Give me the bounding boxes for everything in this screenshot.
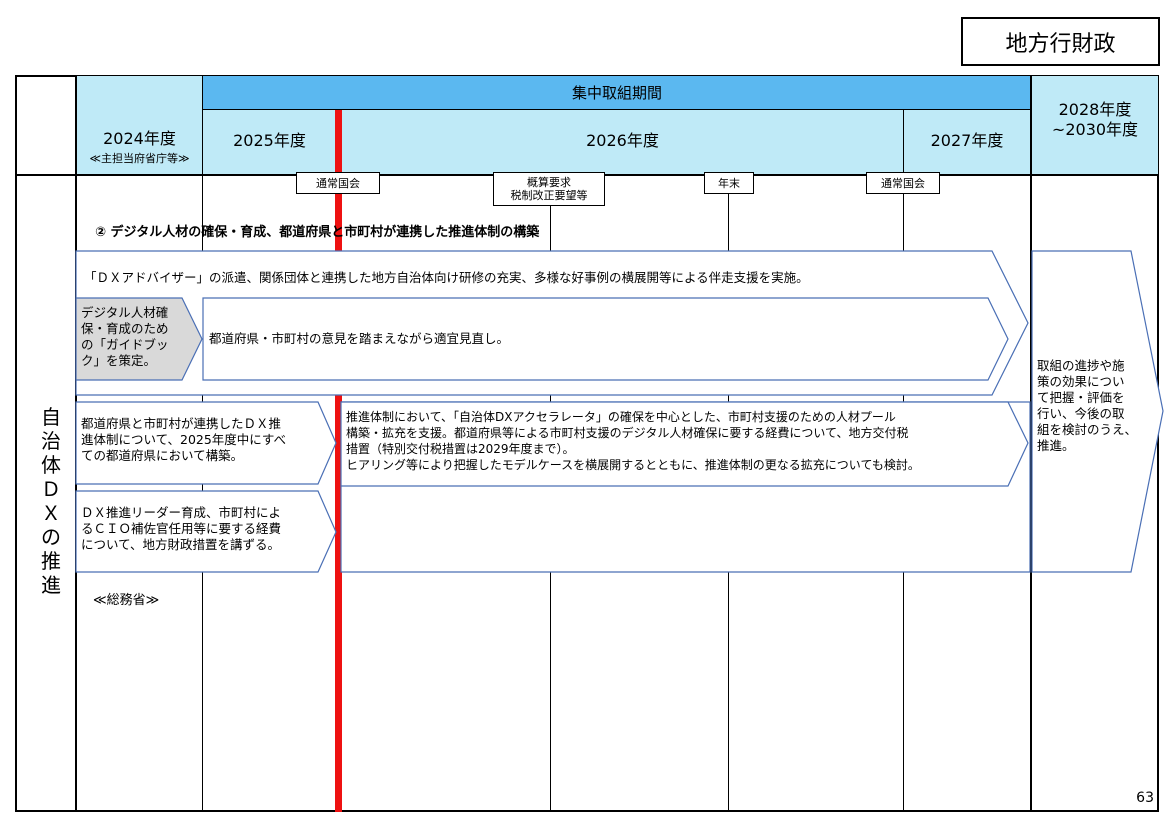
structure-text: 都道府県と市町村が連携したＤＸ推 進体制について、2025年度中にすべ ての都道… [81, 416, 286, 464]
future-line: 推進。 [1037, 438, 1075, 453]
advisor-text: 「ＤＸアドバイザー」の派遣、関係団体と連携した地方自治体向け研修の充実、多様な好… [84, 270, 809, 285]
accelerator-line: 構築・拡充を支援。都道府県等による市町村支援のデジタル人材確保に要する経費につい… [346, 426, 909, 440]
review-text: 都道府県・市町村の意見を踏まえながら適宜見直し。 [209, 331, 510, 346]
guidebook-line: 保・育成のため [81, 321, 169, 336]
future-text: 取組の進捗や施 策の効果につい て把握・評価を 行い、今後の取 組を検討のうえ、… [1037, 358, 1137, 454]
future-line: 組を検討のうえ、 [1037, 422, 1138, 437]
guidebook-line: ク」を策定。 [81, 353, 157, 368]
future-line: 行い、今後の取 [1037, 406, 1125, 421]
structure-line: ての都道府県において構築。 [81, 448, 244, 463]
guidebook-line: の「ガイドブッ [81, 337, 169, 352]
ministry-label: ≪総務省≫ [93, 593, 160, 608]
accelerator-line: 措置（特別交付税措置は2029年度まで）。 [346, 442, 575, 456]
page-number: 63 [1136, 790, 1154, 806]
accelerator-text: 推進体制において、「自治体DXアクセラレータ」の確保を中心とした、市町村支援のた… [346, 409, 920, 473]
future-line: て把握・評価を [1037, 390, 1125, 405]
guidebook-text: デジタル人材確 保・育成のため の「ガイドブッ ク」を策定。 [81, 305, 169, 369]
accelerator-line: 推進体制において、「自治体DXアクセラレータ」の確保を中心とした、市町村支援のた… [346, 410, 896, 424]
future-line: 策の効果につい [1037, 374, 1125, 389]
leader-line: ＤＸ推進リーダー育成、市町村によ [81, 505, 282, 520]
structure-line: 進体制について、2025年度中にすべ [81, 432, 287, 447]
leader-line: について、地方財政措置を講ずる。 [81, 537, 281, 552]
future-line: 取組の進捗や施 [1037, 358, 1125, 373]
structure-line: 都道府県と市町村が連携したＤＸ推 [81, 416, 282, 431]
guidebook-line: デジタル人材確 [81, 305, 169, 320]
leader-text: ＤＸ推進リーダー育成、市町村によ るＣＩＯ補佐官任用等に要する経費 について、地… [81, 505, 281, 553]
leader-line: るＣＩＯ補佐官任用等に要する経費 [81, 521, 282, 536]
accelerator-line: ヒアリング等により把握したモデルケースを横展開するとともに、推進体制の更なる拡充… [346, 458, 920, 472]
